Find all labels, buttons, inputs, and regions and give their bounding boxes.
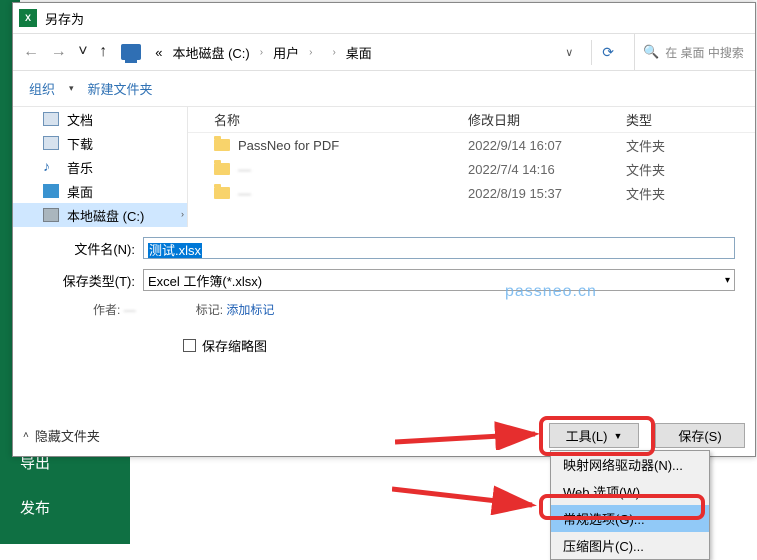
sidebar-item-label: 文档 [67,110,93,129]
music-icon: ♪ [43,160,59,174]
crumb-user[interactable] [318,50,326,54]
sidebar-item-label: 桌面 [67,182,93,201]
search-input[interactable]: 🔍 在 桌面 中搜索 [634,34,749,70]
thumbnail-label: 保存缩略图 [202,336,267,355]
table-row[interactable]: — 2022/8/19 15:37 文件夹 [188,181,755,205]
excel-icon: X [19,9,37,27]
nav-pane: 文档 下载 ♪ 音乐 桌面 本地磁盘 (C:) › [13,107,188,227]
folder-icon [214,163,230,175]
file-name: — [238,186,251,201]
tags-link[interactable]: 添加标记 [226,303,274,317]
dialog-toolbar: 组织 ▾ 新建文件夹 [13,71,755,107]
hide-folders-label: 隐藏文件夹 [35,426,100,445]
menu-web-options[interactable]: Web 选项(W)... [551,478,709,505]
crumb-root[interactable]: « [151,43,166,62]
filename-value: 测试.xlsx [148,243,202,258]
tags-label: 标记: [196,303,223,317]
search-placeholder: 在 桌面 中搜索 [665,44,744,61]
chevron-up-icon: ˄ [23,430,29,441]
watermark: passneo.cn [505,283,597,301]
folder-icon [214,187,230,199]
breadcrumb[interactable]: « 本地磁盘 (C:) › 用户 › › 桌面 [151,41,547,64]
folder-icon [214,139,230,151]
chevron-down-icon[interactable]: ▾ [69,83,74,94]
sidebar-item-label: 本地磁盘 (C:) [67,206,144,225]
author-label: 作者: [93,303,120,317]
titlebar: X 另存为 [13,3,755,33]
document-icon [43,112,59,126]
download-icon [43,136,59,150]
file-list: 名称 修改日期 类型 PassNeo for PDF 2022/9/14 16:… [188,107,755,227]
file-name: PassNeo for PDF [238,138,339,153]
menu-compress-pics[interactable]: 压缩图片(C)... [551,532,709,559]
chevron-right-icon: › [305,47,316,58]
new-folder-button[interactable]: 新建文件夹 [82,75,159,102]
table-row[interactable]: — 2022/7/4 14:16 文件夹 [188,157,755,181]
disk-icon [43,208,59,222]
search-icon: 🔍 [643,44,659,60]
menu-general-options[interactable]: 常规选项(G)... [551,505,709,532]
tools-label: 工具(L) [566,426,608,445]
tools-button[interactable]: 工具(L) ▼ [549,423,639,448]
forward-icon: → [47,43,71,60]
sidebar-item-music[interactable]: ♪ 音乐 [13,155,187,179]
save-form: 文件名(N): 测试.xlsx 保存类型(T): Excel 工作簿(*.xls… [13,227,755,361]
file-date: 2022/8/19 15:37 [468,186,626,201]
this-pc-icon[interactable] [121,44,141,60]
thumbnail-checkbox[interactable] [183,339,196,352]
filetype-combo[interactable]: Excel 工作簿(*.xlsx) ▾ [143,269,735,291]
file-date: 2022/9/14 16:07 [468,138,626,153]
menu-map-drive[interactable]: 映射网络驱动器(N)... [551,451,709,478]
nav-arrows: ← → ˅ ↑ [19,43,111,61]
sidebar-item-desktop[interactable]: 桌面 [13,179,187,203]
back-icon[interactable]: ← [19,43,43,60]
save-as-dialog: X 另存为 ← → ˅ ↑ « 本地磁盘 (C:) › 用户 › › 桌面 ∨ … [12,2,756,457]
crumb-drive[interactable]: 本地磁盘 (C:) [168,41,253,64]
sidebar-item-downloads[interactable]: 下载 [13,131,187,155]
refresh-icon[interactable]: ⟳ [591,40,624,65]
column-type[interactable]: 类型 [626,110,755,129]
chevron-down-icon: ▼ [613,431,622,441]
column-name[interactable]: 名称 [188,110,468,129]
file-name: — [238,162,251,177]
sidebar-item-label: 音乐 [67,158,93,177]
sidebar-item-local-disk[interactable]: 本地磁盘 (C:) [13,203,187,227]
save-button[interactable]: 保存(S) [655,423,745,448]
chevron-down-icon: ▾ [725,275,730,286]
filetype-label: 保存类型(T): [33,271,143,290]
hide-folders-button[interactable]: ˄ 隐藏文件夹 [23,426,100,445]
organize-button[interactable]: 组织 [23,75,61,102]
column-date[interactable]: 修改日期 [468,110,626,129]
file-type: 文件夹 [626,136,755,155]
chevron-right-icon[interactable]: › [181,209,184,219]
annotation-arrow-icon [392,475,552,515]
filename-input[interactable]: 测试.xlsx [143,237,735,259]
dialog-title: 另存为 [45,9,84,28]
chevron-right-icon: › [256,47,267,58]
chevron-right-icon: › [328,47,339,58]
filetype-value: Excel 工作簿(*.xlsx) [148,271,262,290]
file-type: 文件夹 [626,160,755,179]
crumb-desktop[interactable]: 桌面 [342,41,376,64]
crumb-users[interactable]: 用户 [269,41,303,64]
table-row[interactable]: PassNeo for PDF 2022/9/14 16:07 文件夹 [188,133,755,157]
sidebar-item-documents[interactable]: 文档 [13,107,187,131]
file-type: 文件夹 [626,184,755,203]
file-date: 2022/7/4 14:16 [468,162,626,177]
recent-dd-icon[interactable]: ˅ [74,43,91,60]
address-dropdown-icon[interactable]: ∨ [557,46,581,59]
filename-label: 文件名(N): [33,239,143,258]
author-value[interactable]: — [124,303,136,317]
address-bar: ← → ˅ ↑ « 本地磁盘 (C:) › 用户 › › 桌面 ∨ ⟳ 🔍 在 … [13,33,755,71]
up-icon[interactable]: ↑ [95,43,111,60]
desktop-icon [43,184,59,198]
backstage-publish[interactable]: 发布 [0,485,130,530]
sidebar-item-label: 下载 [67,134,93,153]
